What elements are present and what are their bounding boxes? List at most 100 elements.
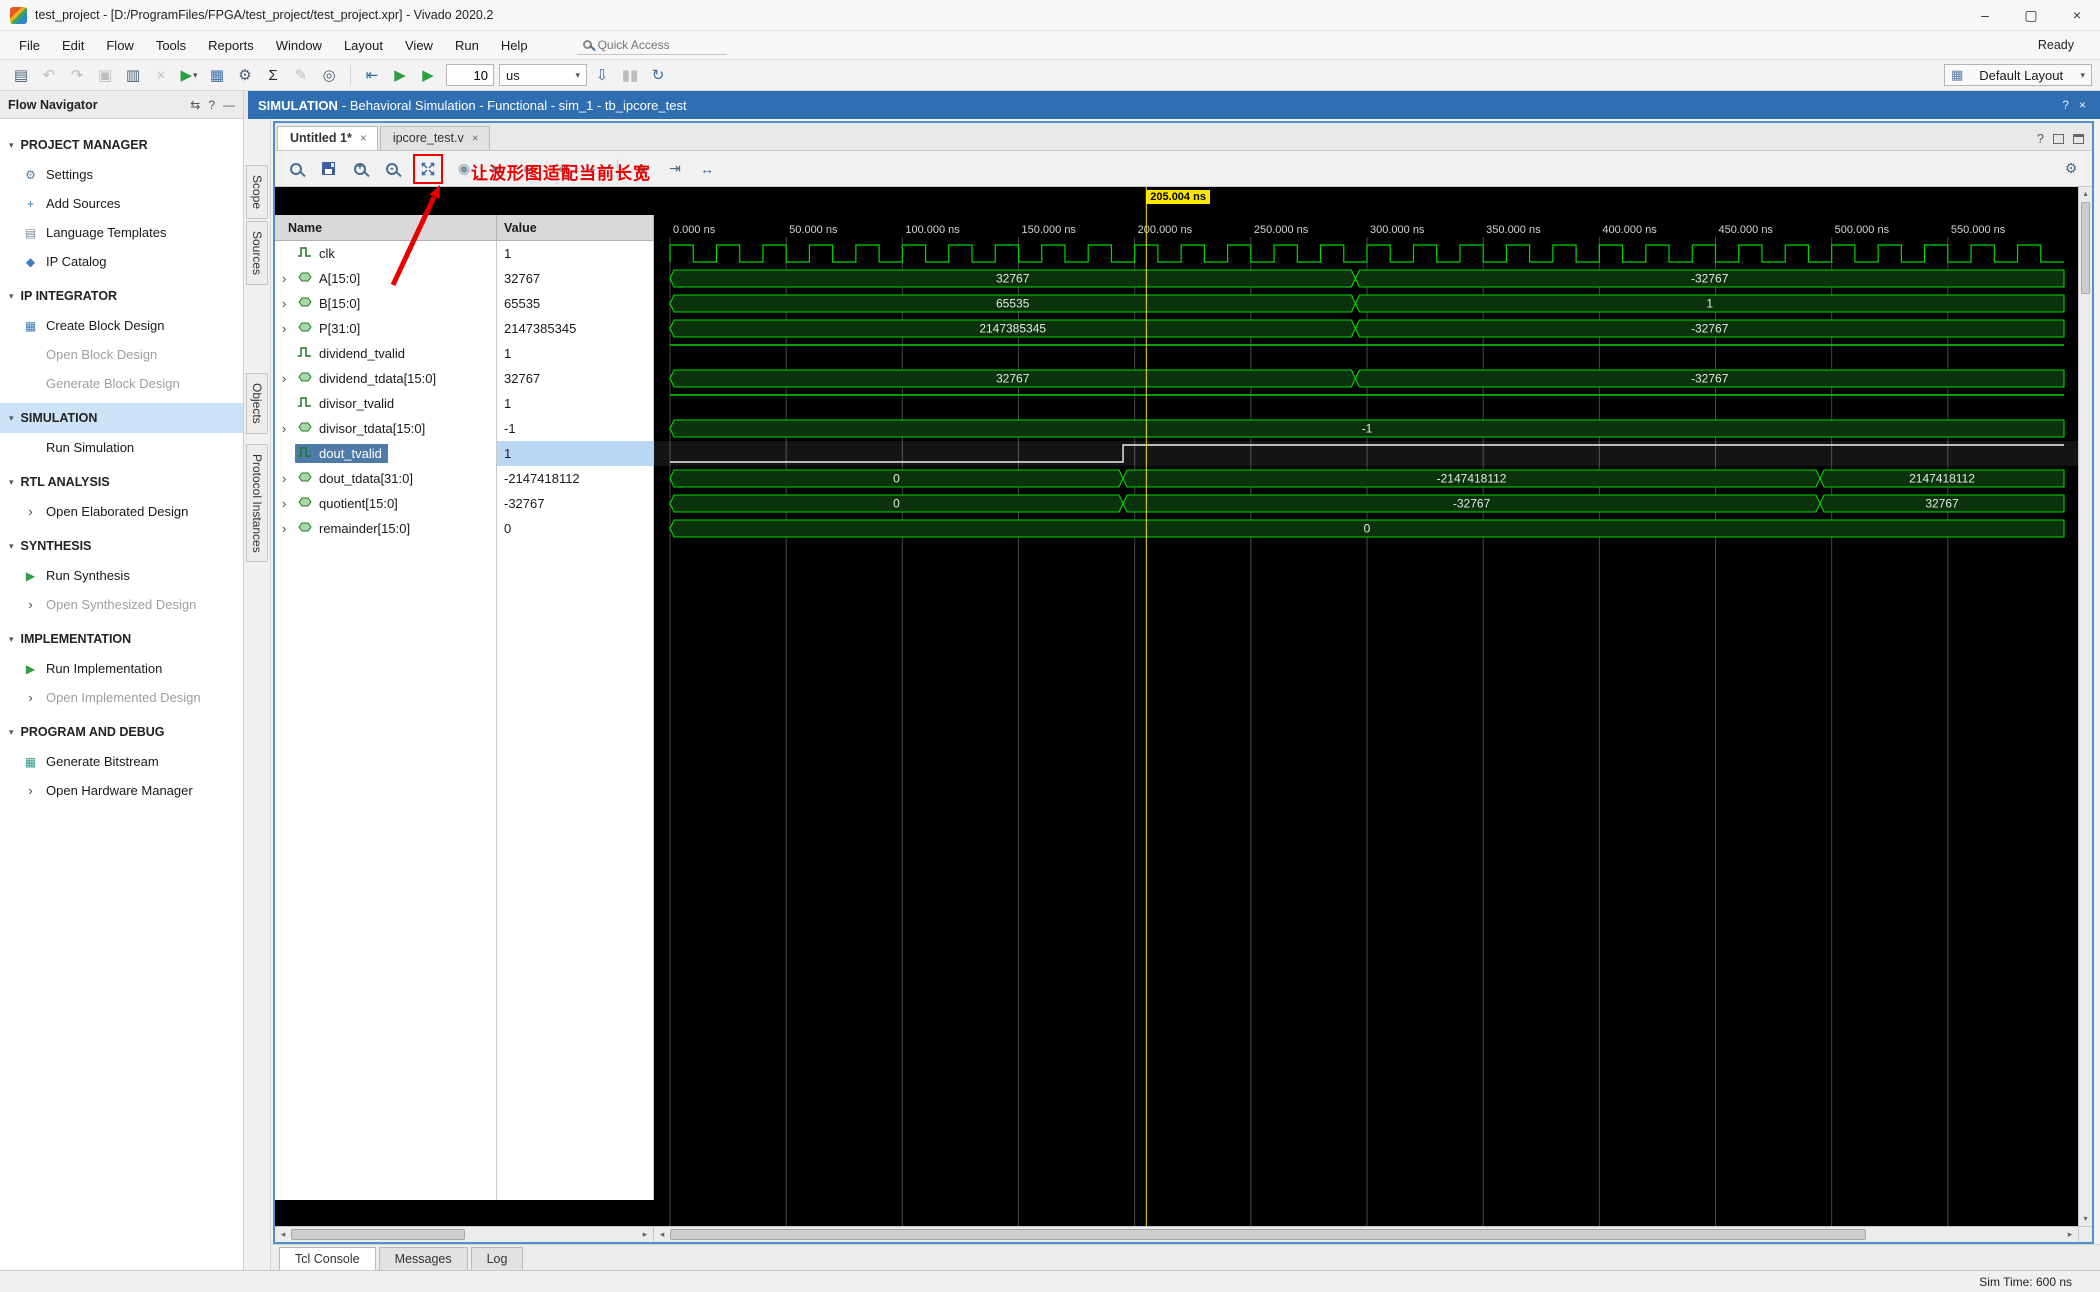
chevron-right-icon[interactable]: › bbox=[23, 504, 38, 519]
expand-chevron-icon[interactable]: › bbox=[282, 371, 295, 386]
sidebar-item-open-elaborated-design[interactable]: › Open Elaborated Design bbox=[0, 497, 243, 526]
sidebar-section-project-manager[interactable]: ▾ PROJECT MANAGER bbox=[0, 130, 243, 160]
sidebar-item-create-block-design[interactable]: ▦ Create Block Design bbox=[0, 311, 243, 340]
tab-ipcore-test-v[interactable]: ipcore_test.v × bbox=[379, 126, 490, 150]
float-panel-icon[interactable] bbox=[2053, 133, 2064, 144]
pause-icon[interactable]: ▮▮ bbox=[617, 63, 643, 87]
signal-name-cell[interactable]: › P[31:0] bbox=[275, 316, 497, 341]
signal-value-cell[interactable]: 1 bbox=[497, 391, 654, 416]
close-button[interactable]: × bbox=[2054, 0, 2100, 30]
signal-row[interactable]: › divisor_tdata[15:0] -1 bbox=[275, 416, 654, 441]
sidebar-item-ip-catalog[interactable]: ◆ IP Catalog bbox=[0, 247, 243, 276]
close-icon[interactable]: × bbox=[472, 131, 479, 145]
sidebar-section-ip-integrator[interactable]: ▾ IP INTEGRATOR bbox=[0, 281, 243, 311]
expand-chevron-icon[interactable]: › bbox=[282, 521, 295, 536]
report-icon[interactable]: ▥ bbox=[120, 63, 146, 87]
tab-tcl-console[interactable]: Tcl Console bbox=[279, 1247, 376, 1270]
tab-log[interactable]: Log bbox=[470, 1247, 524, 1270]
layout-select[interactable]: ▦ Default Layout ▾ bbox=[1944, 64, 2092, 86]
restart-sim-icon[interactable]: ⇤ bbox=[359, 63, 385, 87]
minimize-button[interactable]: – bbox=[1962, 0, 2008, 30]
signal-value-cell[interactable]: 1 bbox=[497, 341, 654, 366]
signal-row[interactable]: › quotient[15:0] -32767 bbox=[275, 491, 654, 516]
signal-value-cell[interactable]: 1 bbox=[497, 441, 654, 466]
chevron-right-icon[interactable]: › bbox=[23, 597, 38, 612]
expand-chevron-icon[interactable]: › bbox=[282, 321, 295, 336]
scroll-up-icon[interactable]: ▴ bbox=[2079, 187, 2092, 201]
run-flow-icon[interactable]: ▶ ▾ bbox=[176, 63, 202, 87]
wave-tool-icon-2[interactable]: ▸ bbox=[515, 156, 541, 182]
waveform-plot[interactable]: 0.000 ns 50.000 ns 100.000 ns 150.000 ns 200… bbox=[654, 187, 2078, 1226]
signal-value-cell[interactable]: -2147418112 bbox=[497, 466, 654, 491]
side-tab-sources[interactable]: Sources bbox=[246, 221, 268, 286]
copy-icon[interactable]: ▣ bbox=[92, 63, 118, 87]
edit-pencil-icon[interactable]: ✎ bbox=[288, 63, 314, 87]
save-waveform-icon[interactable] bbox=[315, 156, 341, 182]
cursor-time-flag[interactable]: 205.004 ns bbox=[1146, 190, 1210, 204]
quick-access-input[interactable] bbox=[597, 37, 708, 52]
zoom-out-icon[interactable] bbox=[379, 156, 405, 182]
signal-name-cell[interactable]: › divisor_tdata[15:0] bbox=[275, 416, 497, 441]
chevron-right-icon[interactable]: › bbox=[23, 783, 38, 798]
signal-name-cell[interactable]: dout_tvalid bbox=[275, 441, 497, 466]
sidebar-item-language-templates[interactable]: ▤ Language Templates bbox=[0, 218, 243, 247]
sidebar-item-add-sources[interactable]: + Add Sources bbox=[0, 189, 243, 218]
wave-scrollbar[interactable]: ◂ ▸ bbox=[654, 1227, 2078, 1242]
sidebar-section-rtl-analysis[interactable]: ▾ RTL ANALYSIS bbox=[0, 467, 243, 497]
signal-row[interactable]: › remainder[15:0] 0 bbox=[275, 516, 654, 541]
maximize-panel-icon[interactable] bbox=[2073, 133, 2084, 144]
menu-edit[interactable]: Edit bbox=[51, 34, 95, 57]
run-for-time-icon[interactable]: ▶ bbox=[415, 63, 441, 87]
signal-value-cell[interactable]: 32767 bbox=[497, 366, 654, 391]
menu-layout[interactable]: Layout bbox=[333, 34, 394, 57]
menu-window[interactable]: Window bbox=[265, 34, 333, 57]
settings-gear-icon[interactable]: ⚙ bbox=[232, 63, 258, 87]
menu-tools[interactable]: Tools bbox=[145, 34, 197, 57]
tab-messages[interactable]: Messages bbox=[378, 1247, 468, 1270]
wave-nav-icon-2[interactable]: ↔ bbox=[694, 156, 720, 182]
menu-flow[interactable]: Flow bbox=[95, 34, 144, 57]
wave-tool-icon-3[interactable]: ◂ bbox=[547, 156, 573, 182]
signal-name-cell[interactable]: divisor_tvalid bbox=[275, 391, 497, 416]
context-close-icon[interactable]: × bbox=[2079, 98, 2086, 112]
wave-settings-gear-icon[interactable]: ⚙ bbox=[2058, 156, 2084, 182]
collapse-panel-icon[interactable]: ― bbox=[223, 98, 235, 112]
value-column-header[interactable]: Value bbox=[497, 215, 654, 240]
probe-icon[interactable]: ◎ bbox=[316, 63, 342, 87]
wave-scroll-thumb[interactable] bbox=[670, 1229, 1867, 1240]
menu-run[interactable]: Run bbox=[444, 34, 490, 57]
signal-value-cell[interactable]: 2147385345 bbox=[497, 316, 654, 341]
sidebar-item-generate-bitstream[interactable]: ▦ Generate Bitstream bbox=[0, 747, 243, 776]
signal-name-cell[interactable]: › quotient[15:0] bbox=[275, 491, 497, 516]
zoom-fit-icon[interactable] bbox=[416, 157, 440, 181]
expand-chevron-icon[interactable]: › bbox=[282, 271, 295, 286]
signal-value-cell[interactable]: 0 bbox=[497, 516, 654, 541]
expand-chevron-icon[interactable]: › bbox=[282, 496, 295, 511]
dashboard-icon[interactable]: ▦ bbox=[204, 63, 230, 87]
wave-tool-icon-4[interactable]: + bbox=[579, 156, 605, 182]
scroll-right-icon[interactable]: ▸ bbox=[637, 1227, 653, 1242]
scroll-left-icon[interactable]: ◂ bbox=[275, 1227, 291, 1242]
signal-name-cell[interactable]: clk bbox=[275, 241, 497, 266]
scroll-left-icon[interactable]: ◂ bbox=[654, 1227, 670, 1242]
zoom-in-icon[interactable] bbox=[347, 156, 373, 182]
menu-view[interactable]: View bbox=[394, 34, 444, 57]
scroll-right-icon[interactable]: ▸ bbox=[2062, 1227, 2078, 1242]
signal-name-cell[interactable]: › B[15:0] bbox=[275, 291, 497, 316]
sidebar-item-run-synthesis[interactable]: ▶ Run Synthesis bbox=[0, 561, 243, 590]
sidebar-item-settings[interactable]: ⚙ Settings bbox=[0, 160, 243, 189]
relaunch-icon[interactable]: ↻ bbox=[645, 63, 671, 87]
signal-name-cell[interactable]: › remainder[15:0] bbox=[275, 516, 497, 541]
signal-row[interactable]: dout_tvalid 1 bbox=[275, 441, 654, 466]
context-help-icon[interactable]: ? bbox=[2062, 98, 2069, 112]
signal-row[interactable]: › A[15:0] 32767 bbox=[275, 266, 654, 291]
expand-chevron-icon[interactable]: › bbox=[282, 421, 295, 436]
names-scrollbar[interactable]: ◂ ▸ bbox=[275, 1227, 654, 1242]
signal-name-cell[interactable]: › A[15:0] bbox=[275, 266, 497, 291]
open-icon[interactable]: ▤ bbox=[8, 63, 34, 87]
signal-row[interactable]: › dout_tdata[31:0] -2147418112 bbox=[275, 466, 654, 491]
tab-untitled-1[interactable]: Untitled 1* × bbox=[277, 126, 378, 150]
sidebar-item-open-hardware-manager[interactable]: › Open Hardware Manager bbox=[0, 776, 243, 805]
run-time-input[interactable] bbox=[446, 64, 494, 86]
close-icon[interactable]: × bbox=[360, 131, 367, 145]
